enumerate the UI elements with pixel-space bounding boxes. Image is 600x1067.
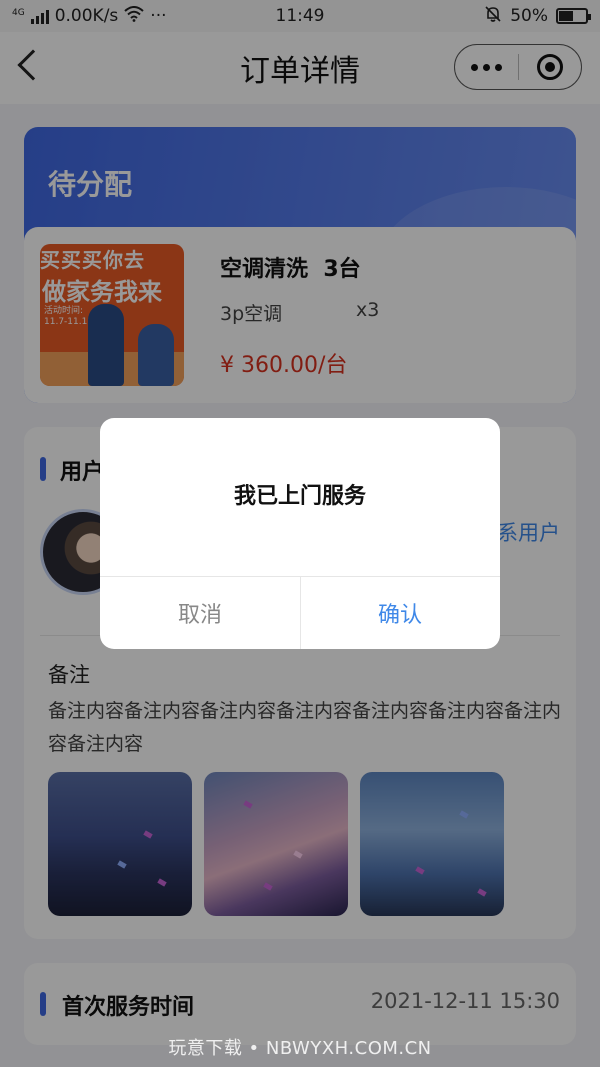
confirm-dialog: 我已上门服务 取消 确认 xyxy=(100,418,500,649)
confirm-button[interactable]: 确认 xyxy=(300,576,500,649)
cancel-button[interactable]: 取消 xyxy=(100,576,300,649)
dialog-title: 我已上门服务 xyxy=(233,484,366,509)
watermark: 玩意下载 • NBWYXH.COM.CN xyxy=(168,1038,432,1059)
